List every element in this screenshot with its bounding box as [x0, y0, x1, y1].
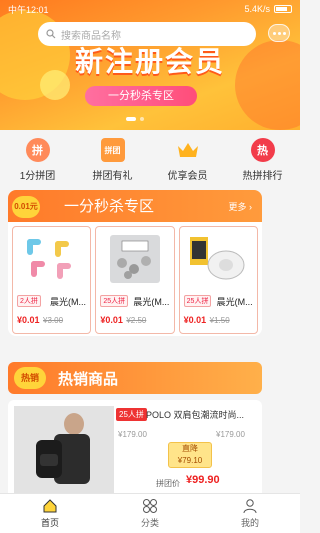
home-icon [43, 499, 57, 513]
flash-sale-section: 0.01元 一分秒杀专区 更多 › 2人拼 晨光(M... ¥0.01 ¥3.0… [8, 190, 262, 336]
flash-sale-list: 2人拼 晨光(M... ¥0.01 ¥3.00 25人拼 晨光(M... ¥0.… [8, 222, 262, 334]
category-youxiang-huiyuan[interactable]: 优享会员 [153, 138, 223, 185]
price-drop-badge: 直降 ¥79.10 [168, 442, 212, 468]
battery-icon [274, 5, 292, 13]
category-label: 1分拼团 [19, 171, 56, 182]
category-label: 拼团有礼 [92, 171, 133, 182]
original-price: ¥2.50 [126, 316, 147, 325]
search-icon [46, 29, 56, 39]
product-price: ¥0.01 [183, 315, 207, 325]
product-price: ¥0.01 [17, 315, 40, 325]
banner-pill[interactable]: 一分秒杀专区 [85, 86, 197, 106]
banner-carousel[interactable]: 中午12:01 5.4K/s 搜索商品名称 新注册会员 一分秒杀专区 [0, 0, 300, 130]
more-menu-button[interactable] [268, 24, 290, 42]
product-card[interactable]: 25人拼 晨光(M... ¥0.01 ¥1.50 [178, 226, 258, 334]
product-image-clips [100, 231, 170, 287]
tab-mine[interactable]: 我的 [220, 498, 280, 529]
category-1fen-pintuan[interactable]: 拼 1分拼团 [3, 138, 73, 185]
carousel-indicator [126, 117, 144, 121]
tab-category[interactable]: 分类 [120, 498, 180, 529]
product-image-backpack [14, 406, 114, 496]
tab-label: 首页 [40, 518, 59, 528]
hot-product-card[interactable]: 25人拼 POLO 双肩包潮流时尚... ¥179.00 ¥179.00 直降 … [8, 400, 262, 498]
product-name: 晨光(M... [133, 297, 170, 307]
grid-icon [143, 499, 157, 513]
banner-title: 新注册会员 [74, 46, 225, 77]
search-input[interactable]: 搜索商品名称 [38, 22, 256, 46]
group-price-label: 拼团价 [156, 479, 180, 488]
hot-sale-header: 热销 热销商品 [8, 362, 262, 394]
product-card[interactable]: 25人拼 晨光(M... ¥0.01 ¥2.50 [95, 226, 175, 334]
original-price: ¥1.50 [209, 316, 230, 325]
user-icon [243, 499, 257, 514]
group-size-badge: 25人拼 [100, 295, 129, 307]
status-time: 中午12:01 [8, 4, 49, 15]
hot-sale-title: 热销商品 [58, 371, 119, 388]
price-drop-label: 直降 [182, 444, 198, 453]
product-name: POLO 双肩包潮流时尚... [146, 410, 245, 420]
product-price: ¥0.01 [100, 315, 123, 325]
hot-icon: 热 [250, 138, 275, 162]
hot-tag-badge: 热销 [14, 367, 46, 389]
category-row: 拼 1分拼团 拼团 拼团有礼 优享会员 热 热拼排行 [0, 130, 300, 185]
tab-home[interactable]: 首页 [20, 498, 80, 529]
product-name: 晨光(M... [216, 297, 253, 307]
price-drop-value: ¥79.10 [177, 456, 203, 465]
search-placeholder: 搜索商品名称 [61, 30, 121, 42]
category-repin-paihang[interactable]: 热 热拼排行 [228, 138, 298, 185]
bottom-tab-bar: 首页 分类 我的 [0, 493, 300, 533]
group-size-badge: 2人拼 [17, 295, 41, 307]
product-image-hooks [17, 231, 87, 287]
group-size-badge: 25人拼 [116, 408, 147, 421]
original-price: ¥179.00 [118, 430, 147, 439]
price-tag-badge: 0.01元 [12, 196, 40, 218]
product-image-tape [184, 231, 254, 287]
group-price-value: ¥99.90 [186, 474, 220, 486]
original-price: ¥3.00 [43, 316, 64, 325]
product-card[interactable]: 2人拼 晨光(M... ¥0.01 ¥3.00 [12, 226, 92, 334]
status-right: 5.4K/s [244, 4, 292, 14]
group-size-badge: 25人拼 [183, 295, 212, 307]
flash-sale-title: 一分秒杀专区 [64, 198, 155, 215]
status-bar: 中午12:01 5.4K/s [0, 0, 300, 18]
tab-label: 分类 [140, 518, 159, 528]
network-speed: 5.4K/s [244, 4, 270, 14]
pin-icon: 拼 [25, 138, 50, 162]
category-label: 热拼排行 [242, 171, 283, 182]
gift-bag-icon: 拼团 [100, 138, 125, 162]
category-pintuan-youli[interactable]: 拼团 拼团有礼 [78, 138, 148, 185]
tab-label: 我的 [240, 518, 259, 528]
original-price: ¥179.00 [216, 430, 245, 439]
crown-icon [176, 138, 200, 162]
product-name: 晨光(M... [50, 297, 86, 307]
category-label: 优享会员 [167, 171, 208, 182]
more-link[interactable]: 更多 › [229, 200, 253, 213]
flash-sale-header: 0.01元 一分秒杀专区 更多 › [8, 190, 262, 222]
